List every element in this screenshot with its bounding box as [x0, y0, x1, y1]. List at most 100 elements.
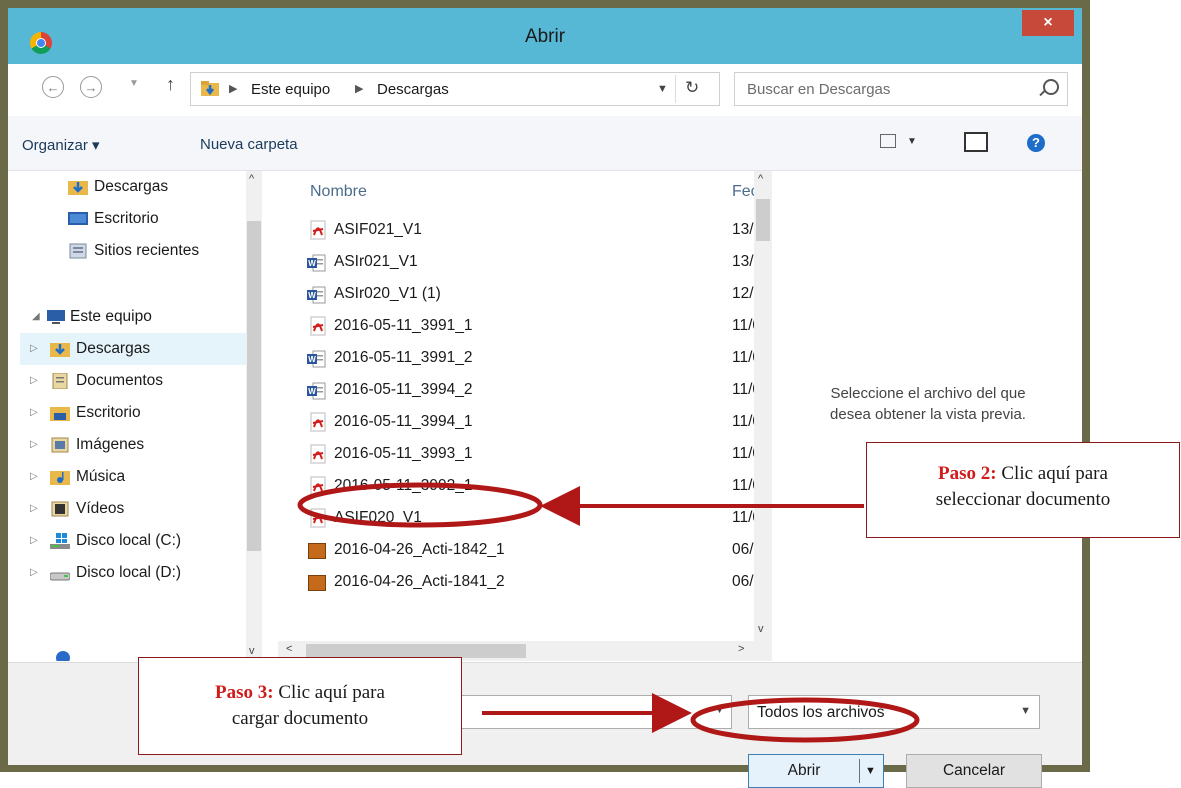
file-name: 2016-05-11_3991_1 [334, 317, 473, 334]
recent-locations-chevron-icon[interactable]: ▼ [129, 78, 139, 89]
file-row[interactable]: W 2016-05-11_3991_2 11/0 [298, 343, 761, 375]
file-name: 2016-05-11_3992_1 [334, 477, 473, 494]
pictures-icon [51, 437, 69, 453]
view-options-icon[interactable] [880, 134, 896, 148]
navigation-bar: ← → ▼ ↑ ▶ Este equipo ▶ Descargas ▼ ↻ Bu… [8, 64, 1082, 116]
file-name: ASIr021_V1 [334, 253, 418, 270]
command-toolbar: Organizar ▾ Nueva carpeta ▼ ? [8, 116, 1082, 171]
open-button[interactable]: Abrir ▼ [748, 754, 884, 788]
cancel-button[interactable]: Cancelar [906, 754, 1042, 788]
open-dropdown-chevron-icon[interactable]: ▼ [865, 755, 876, 787]
file-type-select[interactable]: Todos los archivos ▼ [748, 695, 1040, 729]
file-name: 2016-05-11_3994_2 [334, 381, 473, 398]
view-chevron-down-icon[interactable]: ▼ [907, 136, 917, 147]
file-name: 2016-04-26_Acti-1841_2 [334, 573, 505, 590]
divider [859, 759, 860, 783]
file-row[interactable]: 2016-05-11_3993_1 11/0 [298, 439, 761, 471]
collapsed-triangle-icon[interactable]: ▷ [30, 333, 38, 365]
word-file-icon: W [307, 350, 326, 368]
image-file-icon [308, 575, 326, 591]
windows-drive-icon [50, 533, 70, 549]
desktop-folder-icon [50, 407, 70, 421]
file-name: ASIr020_V1 (1) [334, 285, 441, 302]
file-row[interactable]: 2016-05-11_3994_1 11/0 [298, 407, 761, 439]
collapsed-triangle-icon[interactable]: ▷ [30, 397, 38, 429]
callout-step2: Paso 2: Clic aquí para seleccionar docum… [866, 442, 1180, 538]
sidebar-item-descargas-pc[interactable]: ▷ Descargas [20, 333, 246, 365]
breadcrumb-este-equipo[interactable]: Este equipo [251, 81, 330, 98]
file-list: Nombre Fech ASIF021_V1 13/0 W ASIr021_V1 13/… [278, 171, 778, 661]
svg-text:W: W [308, 259, 316, 268]
file-name: 2016-04-26_Acti-1842_1 [334, 541, 505, 558]
scrollbar-thumb[interactable] [756, 199, 770, 241]
drive-icon [50, 572, 70, 581]
preview-pane-icon[interactable] [964, 132, 988, 152]
file-row[interactable]: 2016-05-11_3992_1 11/0 [298, 471, 761, 503]
collapsed-triangle-icon[interactable]: ▷ [30, 429, 38, 461]
file-name: ASIF020_V1 [334, 509, 422, 526]
collapsed-triangle-icon[interactable]: ▷ [30, 557, 38, 589]
collapsed-triangle-icon[interactable]: ▷ [30, 525, 38, 557]
callout-step2-line1: Clic aquí para [1001, 463, 1108, 484]
file-row[interactable]: 2016-05-11_3991_1 11/0 [298, 311, 761, 343]
word-file-icon: W [307, 382, 326, 400]
file-row[interactable]: W 2016-05-11_3994_2 11/0 [298, 375, 761, 407]
organize-menu-button[interactable]: Organizar ▾ [22, 136, 100, 154]
scroll-left-chevron-icon[interactable]: < [286, 643, 292, 655]
downloads-folder-icon [201, 81, 219, 96]
scrollbar-thumb[interactable] [247, 221, 261, 551]
up-button[interactable]: ↑ [166, 74, 175, 95]
scroll-down-chevron-icon[interactable]: v [249, 645, 255, 657]
scrollbar-thumb[interactable] [306, 644, 526, 658]
file-row[interactable]: ASIF020_V1 11/0 [298, 503, 761, 535]
svg-text:W: W [308, 355, 316, 364]
collapsed-triangle-icon[interactable]: ▷ [30, 461, 38, 493]
chevron-down-icon[interactable]: ▼ [1020, 705, 1031, 717]
preview-message-line2: desea obtener la vista previa. [830, 406, 1026, 423]
navigation-pane: Descargas Escritorio Sitios recientes ◢ … [8, 171, 260, 661]
column-header-name[interactable]: Nombre [310, 183, 367, 201]
address-dropdown-chevron-icon[interactable]: ▼ [657, 83, 668, 95]
collapsed-triangle-icon[interactable]: ▷ [30, 365, 38, 397]
pdf-file-icon [310, 220, 326, 240]
collapsed-triangle-icon[interactable]: ▷ [30, 493, 38, 525]
file-list-scrollbar[interactable]: ^ v [754, 171, 772, 641]
search-input[interactable]: Buscar en Descargas [734, 72, 1068, 106]
open-button-label: Abrir [787, 762, 821, 779]
help-icon[interactable]: ? [1027, 134, 1045, 152]
desktop-icon [68, 212, 88, 225]
callout-step3-line2: cargar documento [231, 708, 369, 729]
file-row[interactable]: W ASIr021_V1 13/0 [298, 247, 762, 279]
scroll-right-chevron-icon[interactable]: > [738, 643, 744, 655]
pdf-file-icon [310, 508, 326, 528]
address-bar[interactable]: ▶ Este equipo ▶ Descargas ▼ ↻ [190, 72, 720, 106]
search-icon[interactable] [1043, 79, 1059, 95]
pdf-file-icon [310, 444, 326, 464]
callout-step3-title: Paso 3: [215, 682, 274, 703]
expanded-triangle-icon[interactable]: ◢ [32, 301, 40, 333]
file-row[interactable]: ASIF021_V1 13/0 [298, 215, 762, 247]
scroll-up-chevron-icon[interactable]: ^ [249, 173, 254, 185]
close-button[interactable]: × [1022, 10, 1074, 36]
pdf-file-icon [310, 412, 326, 432]
file-name: 2016-05-11_3993_1 [334, 445, 473, 462]
breadcrumb-descargas[interactable]: Descargas [377, 81, 449, 98]
documents-icon [52, 373, 68, 389]
navigation-pane-scrollbar[interactable]: ^ v [246, 171, 262, 661]
forward-button[interactable]: → [80, 76, 102, 98]
file-type-value: Todos los archivos [757, 704, 885, 721]
callout-step3-line1: Clic aquí para [278, 682, 385, 703]
music-icon [50, 471, 70, 485]
new-folder-button[interactable]: Nueva carpeta [200, 136, 298, 153]
file-name: 2016-05-11_3991_2 [334, 349, 473, 366]
breadcrumb-separator-icon: ▶ [355, 83, 364, 95]
chevron-down-icon[interactable]: ▼ [714, 704, 725, 716]
refresh-icon[interactable]: ↻ [685, 78, 699, 98]
scroll-down-chevron-icon[interactable]: v [758, 623, 764, 635]
file-row[interactable]: W ASIr020_V1 (1) 12/0 [298, 279, 762, 311]
back-button[interactable]: ← [42, 76, 64, 98]
callout-step3: Paso 3: Clic aquí para cargar documento [138, 657, 462, 755]
file-row[interactable]: 2016-04-26_Acti-1841_2 06/0 [298, 567, 762, 599]
scroll-up-chevron-icon[interactable]: ^ [758, 173, 763, 185]
file-row[interactable]: 2016-04-26_Acti-1842_1 06/0 [298, 535, 762, 567]
